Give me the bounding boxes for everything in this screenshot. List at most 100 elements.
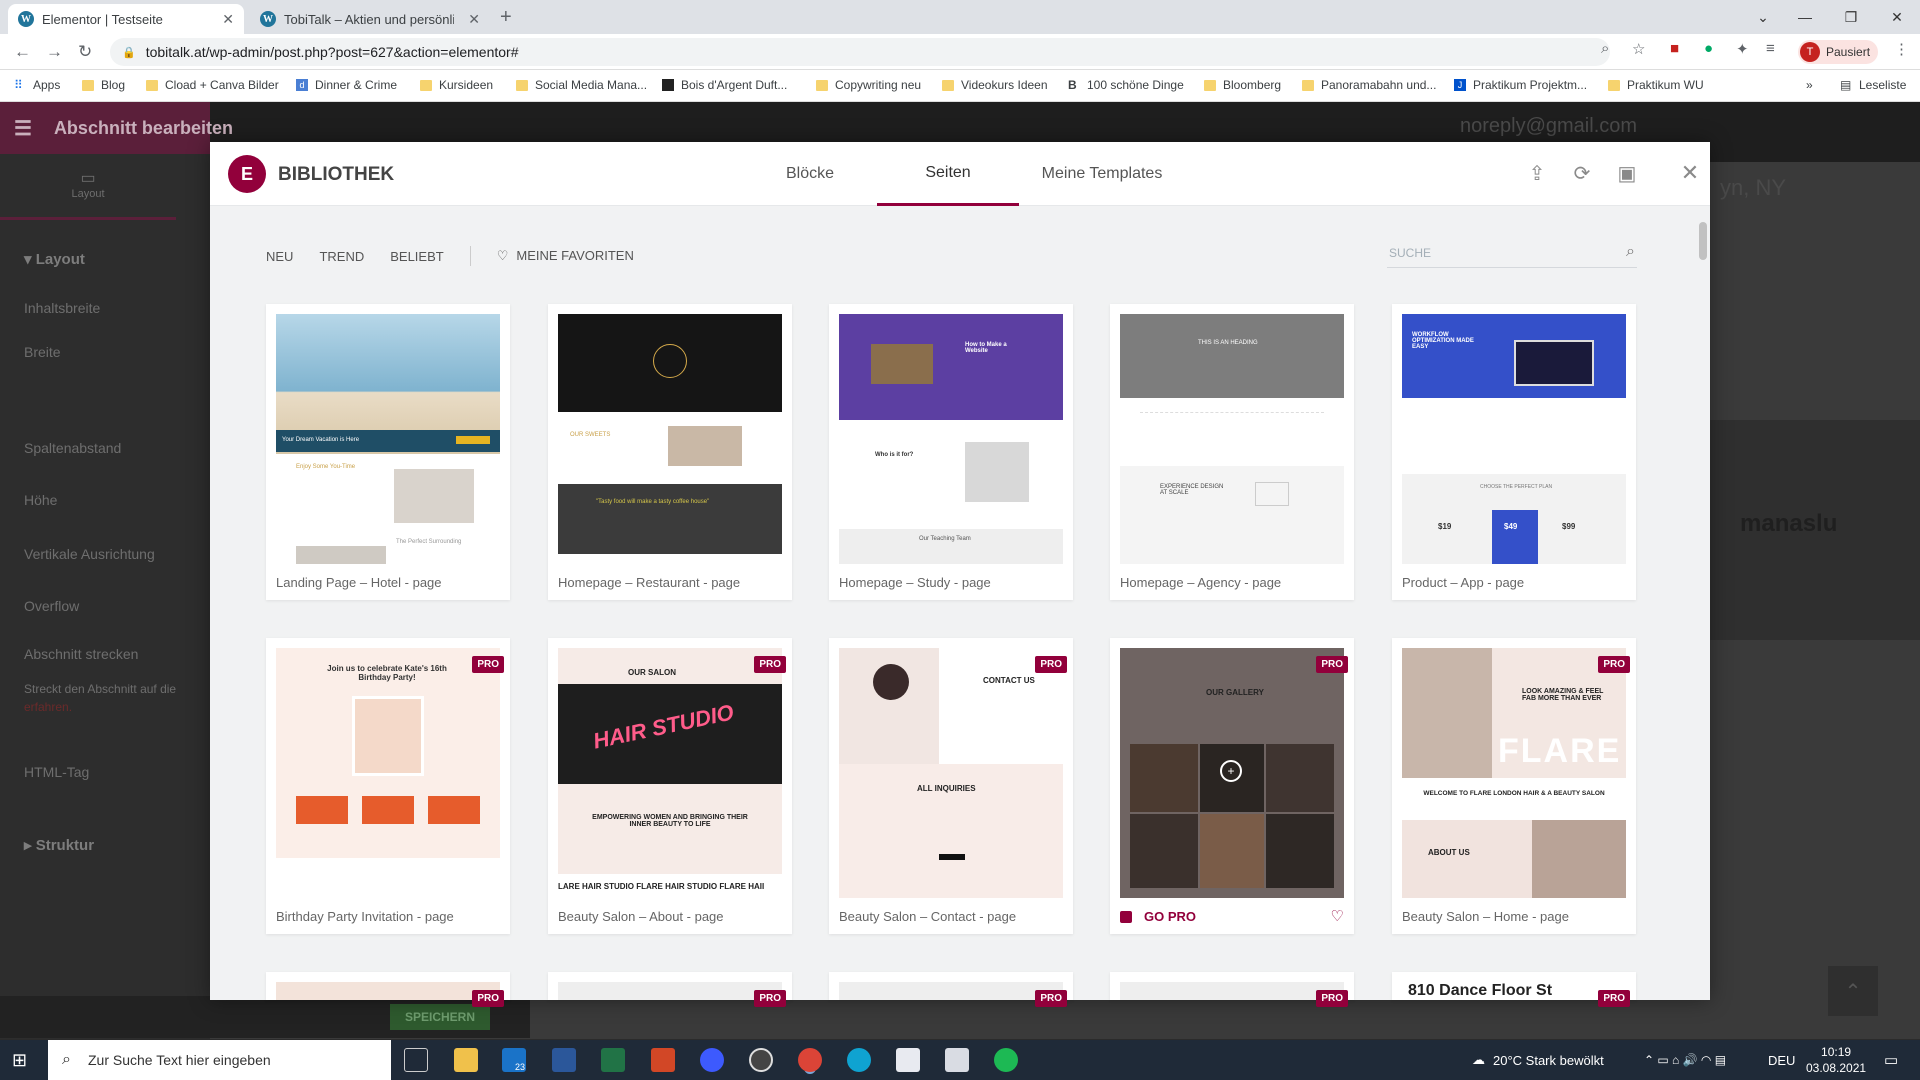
windows-start-icon[interactable]: ⊞ — [12, 1050, 27, 1071]
save-template-icon[interactable]: ▣ — [1616, 162, 1638, 185]
bookmark-kursideen[interactable]: Kursideen — [420, 78, 493, 92]
extensions-puzzle-icon[interactable]: ✦ — [1736, 40, 1749, 58]
extension-grammarly-icon[interactable]: ● — [1704, 40, 1713, 57]
template-card[interactable]: PRO Join us to celebrate Kate's 16th Bir… — [266, 638, 510, 934]
help-link[interactable]: erfahren. — [24, 700, 72, 714]
tab-seiten[interactable]: Seiten — [877, 142, 1019, 206]
bookmarks-overflow[interactable]: » — [1806, 78, 1813, 92]
template-card[interactable]: PRO CONTACT US ALL INQUIRIES Beauty Salo… — [829, 638, 1073, 934]
language-indicator[interactable]: DEU — [1768, 1040, 1795, 1080]
profile-button[interactable]: T Pausiert — [1798, 40, 1878, 64]
chrome-menu-icon[interactable]: ⋮ — [1894, 40, 1909, 58]
template-card[interactable]: How to Make a Website Who is it for? Our… — [829, 304, 1073, 600]
notifications-icon[interactable]: ▭ — [1884, 1040, 1898, 1080]
template-card[interactable]: THIS IS AN HEADING EXPERIENCE DESIGN AT … — [1110, 304, 1354, 600]
edge-icon[interactable] — [847, 1048, 871, 1072]
hamburger-icon[interactable]: ☰ — [14, 116, 32, 141]
tab-layout[interactable]: ▭ Layout — [0, 154, 176, 220]
template-card[interactable]: OUR SWEETS "Tasty food will make a tasty… — [548, 304, 792, 600]
powerpoint-icon[interactable] — [651, 1048, 675, 1072]
bookmark-panoramabahn[interactable]: Panoramabahn und... — [1302, 78, 1436, 92]
clock[interactable]: 10:19 03.08.2021 — [1806, 1040, 1866, 1080]
reading-list[interactable]: ▤ Leseliste — [1840, 78, 1906, 92]
filter-neu[interactable]: NEU — [266, 249, 293, 264]
go-pro-link[interactable]: GO PRO — [1120, 909, 1196, 924]
template-label: Product – App - page — [1402, 575, 1525, 590]
template-card[interactable]: PRO 810 Dance Floor St — [1392, 972, 1636, 1007]
template-card[interactable]: WORKFLOW OPTIMIZATION MADE EASY CHOOSE T… — [1392, 304, 1636, 600]
bookmark-canva[interactable]: Cload + Canva Bilder — [146, 78, 279, 92]
reading-list-icon: ▤ — [1840, 78, 1852, 92]
template-card[interactable]: PRO — [829, 972, 1073, 1007]
filter-trend[interactable]: TREND — [319, 249, 364, 264]
search-input[interactable]: SUCHE ⌕ — [1387, 238, 1637, 268]
close-tab-icon[interactable]: ✕ — [222, 11, 234, 28]
url-bar[interactable]: 🔒 tobitalk.at/wp-admin/post.php?post=627… — [110, 38, 1610, 66]
extension-adblock-icon[interactable]: ■ — [1670, 40, 1679, 57]
app-icon[interactable] — [945, 1048, 969, 1072]
upload-icon[interactable]: ⇪ — [1526, 162, 1548, 185]
bookmark-social[interactable]: Social Media Mana... — [516, 78, 647, 92]
template-card[interactable]: PRO — [1110, 972, 1354, 1007]
save-button[interactable]: SPEICHERN — [390, 1004, 490, 1030]
task-view-icon[interactable] — [404, 1048, 428, 1072]
chrome-icon[interactable] — [798, 1048, 822, 1072]
minimize-icon[interactable]: — — [1782, 0, 1828, 34]
tab-bloecke[interactable]: Blöcke — [754, 142, 866, 206]
app-icon[interactable] — [700, 1048, 724, 1072]
weather-widget[interactable]: ☁ 20°C Stark bewölkt — [1472, 1040, 1604, 1080]
reading-queue-icon[interactable]: ≡ — [1766, 40, 1775, 57]
template-card[interactable]: PRO OUR SALON HAIR STUDIO EMPOWERING WOM… — [548, 638, 792, 934]
section-struktur[interactable]: ▸ Struktur — [24, 836, 94, 854]
scrollbar-thumb[interactable] — [1699, 222, 1707, 260]
bookmark-bloomberg[interactable]: Bloomberg — [1204, 78, 1281, 92]
restaurant-logo — [653, 344, 687, 378]
back-arrow-icon[interactable]: ← — [14, 42, 31, 62]
excel-icon[interactable] — [601, 1048, 625, 1072]
template-card[interactable]: Your Dream Vacation is Here Enjoy Some Y… — [266, 304, 510, 600]
filter-beliebt[interactable]: BELIEBT — [390, 249, 443, 264]
bookmark-bois[interactable]: Bois d'Argent Duft... — [662, 78, 787, 92]
file-explorer-icon[interactable] — [454, 1048, 478, 1072]
bookmark-apps[interactable]: ⠿ Apps — [14, 78, 60, 92]
scroll-top-button[interactable]: ⌃ — [1828, 966, 1878, 1016]
bookmark-praktikum-wu[interactable]: Praktikum WU — [1608, 78, 1704, 92]
section-layout[interactable]: ▾ Layout — [24, 250, 85, 268]
reload-icon[interactable]: ↻ — [78, 42, 92, 62]
new-tab-plus-icon[interactable]: + — [500, 6, 512, 29]
word-icon[interactable] — [552, 1048, 576, 1072]
template-card[interactable]: PRO — [266, 972, 510, 1007]
close-icon[interactable]: ✕ — [1679, 160, 1701, 185]
template-card[interactable]: PRO OUR GALLERY + GO PRO ♡ — [1110, 638, 1354, 934]
window-close-icon[interactable]: ✕ — [1874, 0, 1920, 34]
bookmark-copywriting[interactable]: Copywriting neu — [816, 78, 921, 92]
forward-arrow-icon[interactable]: → — [46, 42, 63, 62]
sync-icon[interactable]: ⟳ — [1571, 162, 1593, 185]
browser-tab-tobitalk[interactable]: W TobiTalk – Aktien und persönlich ✕ — [250, 4, 490, 34]
restore-icon[interactable]: ❐ — [1828, 0, 1874, 34]
spotify-icon[interactable] — [994, 1048, 1018, 1072]
zoom-icon[interactable]: ⌕ — [1601, 40, 1609, 57]
bookmark-100dinge[interactable]: B 100 schöne Dinge — [1068, 78, 1184, 92]
favorite-heart-icon[interactable]: ♡ — [1331, 907, 1344, 925]
obs-icon[interactable] — [749, 1048, 773, 1072]
bookmark-videokurs[interactable]: Videokurs Ideen — [942, 78, 1048, 92]
tab-search-icon[interactable]: ⌄ — [1740, 0, 1786, 34]
tab-meine-templates[interactable]: Meine Templates — [1022, 142, 1182, 206]
scrollbar[interactable] — [1696, 208, 1710, 998]
app-icon[interactable] — [896, 1048, 920, 1072]
filter-favorites[interactable]: ♡ MEINE FAVORITEN — [497, 248, 634, 264]
mail-icon[interactable]: 23 — [502, 1048, 526, 1072]
tray-icons[interactable]: ⌃ ▭ ⌂ 🔊 ◠ ▤ — [1644, 1040, 1726, 1080]
bookmark-praktikum-projekt[interactable]: J Praktikum Projektm... — [1454, 78, 1587, 92]
zoom-preview-icon[interactable]: + — [1220, 760, 1242, 782]
template-card[interactable]: PRO LOOK AMAZING & FEEL FAB MORE THAN EV… — [1392, 638, 1636, 934]
template-card[interactable]: PRO — [548, 972, 792, 1007]
bookmark-dinner[interactable]: d Dinner & Crime — [296, 78, 397, 92]
bookmark-star-icon[interactable]: ☆ — [1632, 40, 1645, 58]
browser-tab-elementor[interactable]: W Elementor | Testseite ✕ — [8, 4, 244, 34]
birthday-photo — [352, 696, 424, 776]
taskbar-search-input[interactable]: ⌕ Zur Suche Text hier eingeben — [48, 1040, 391, 1080]
close-tab-icon[interactable]: ✕ — [468, 11, 480, 28]
bookmark-blog[interactable]: Blog — [82, 78, 125, 92]
